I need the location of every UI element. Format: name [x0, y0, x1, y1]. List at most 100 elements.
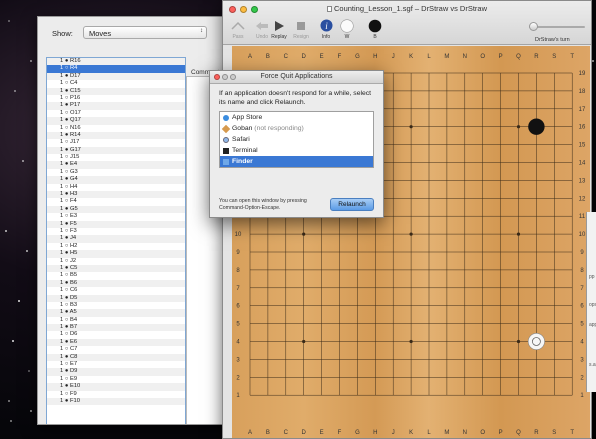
toolbar-w-button[interactable]: W — [335, 18, 359, 40]
star-point — [516, 125, 521, 129]
move-row[interactable]: 1 ● G17 — [47, 146, 185, 155]
column-label: E — [320, 54, 324, 60]
column-label: T — [570, 54, 574, 60]
moves-list[interactable]: 1 ● R16 1 ○ R4 1 ● D17 1 ○ C4 1 ● C15 1 ○ P16… — [46, 57, 186, 424]
toolbar-label: Resign — [293, 34, 309, 40]
move-row[interactable]: 1 ● E6 — [47, 338, 185, 347]
row-label: 9 — [236, 250, 240, 256]
goban-window-title: Counting_Lesson_1.sgf – DrStraw vs DrStr… — [223, 4, 591, 13]
star-point — [516, 339, 521, 344]
row-label: 6 — [580, 304, 584, 310]
move-row[interactable]: 1 ○ R4 — [47, 65, 185, 73]
force-quit-message: If an application doesn't respond for a … — [219, 90, 372, 106]
move-row[interactable]: 1 ● E4 — [47, 161, 185, 169]
move-row[interactable]: 1 ○ H2 — [47, 243, 185, 250]
move-row[interactable]: 1 ● G4 — [47, 176, 185, 184]
move-row[interactable]: 1 ● R16 — [47, 58, 185, 66]
row-label: 3 — [580, 357, 584, 363]
move-row[interactable]: 1 ○ J2 — [47, 258, 185, 265]
white-stone-icon — [335, 18, 359, 33]
column-label: H — [373, 430, 377, 436]
move-row[interactable]: 1 ● R14 — [47, 131, 185, 140]
column-label: E — [320, 430, 324, 436]
column-label: J — [392, 54, 395, 60]
move-row[interactable]: 1 ● C15 — [47, 87, 185, 95]
move-row[interactable]: 1 ○ E9 — [47, 376, 185, 383]
move-row[interactable]: 1 ○ E3 — [47, 213, 185, 220]
row-label: 7 — [236, 286, 240, 292]
move-row[interactable]: 1 ○ C4 — [47, 80, 185, 87]
move-row[interactable]: 1 ● H3 — [47, 191, 185, 199]
column-label: N — [463, 54, 467, 60]
move-row[interactable]: 1 ● A5 — [47, 309, 185, 317]
force-quit-titlebar: Force Quit Applications — [210, 71, 383, 84]
move-row[interactable]: 1 ○ C7 — [47, 346, 185, 353]
show-label: Show: — [52, 29, 73, 38]
move-row[interactable]: 1 ○ C6 — [47, 287, 185, 294]
app-row-finder[interactable]: Finder — [220, 156, 373, 167]
column-label: K — [409, 430, 413, 436]
move-row[interactable]: 1 ● F10 — [47, 397, 185, 406]
column-label: B — [266, 54, 270, 60]
app-name: Finder — [232, 158, 253, 165]
move-slider-knob[interactable] — [529, 22, 538, 31]
move-row[interactable]: 1 ● B6 — [47, 279, 185, 288]
move-row[interactable]: 1 ○ J17 — [47, 139, 185, 146]
move-row[interactable]: 1 ● C8 — [47, 353, 185, 362]
move-row[interactable]: 1 ○ J15 — [47, 154, 185, 161]
toolbar-b-button[interactable]: B — [363, 18, 387, 40]
move-row[interactable]: 1 ● G5 — [47, 205, 185, 214]
app-name: Safari — [232, 136, 250, 143]
star — [30, 60, 32, 62]
relaunch-button[interactable]: Relaunch — [330, 198, 374, 211]
move-row[interactable]: 1 ○ D6 — [47, 331, 185, 338]
terminal-icon — [223, 147, 229, 154]
move-row[interactable]: 1 ● D17 — [47, 72, 185, 81]
app-row-app-store[interactable]: App Store — [220, 112, 373, 123]
move-row[interactable]: 1 ● E10 — [47, 383, 185, 391]
move-row[interactable]: 1 ● F5 — [47, 220, 185, 228]
move-row[interactable]: 1 ○ F9 — [47, 391, 185, 398]
column-label: D — [302, 430, 307, 436]
toolbar-resign-button[interactable]: Resign — [289, 18, 313, 40]
side-window-text: pp — [589, 274, 595, 280]
column-label: A — [248, 54, 252, 60]
move-row[interactable]: 1 ○ B3 — [47, 302, 185, 309]
app-row-terminal[interactable]: Terminal — [220, 145, 373, 156]
move-row[interactable]: 1 ● H5 — [47, 250, 185, 258]
move-row[interactable]: 1 ○ H4 — [47, 184, 185, 191]
move-row[interactable]: 1 ● D9 — [47, 368, 185, 376]
star-point — [409, 339, 413, 344]
move-row[interactable]: 1 ● Q17 — [47, 117, 185, 125]
app-row-safari[interactable]: Safari — [220, 134, 373, 145]
toolbar-label: Replay — [271, 34, 287, 40]
move-row[interactable]: 1 ○ E7 — [47, 361, 185, 368]
column-label: L — [427, 54, 431, 60]
toolbar-pass-button[interactable]: Pass — [226, 18, 250, 40]
move-row[interactable]: 1 ○ P16 — [47, 95, 185, 102]
move-row[interactable]: 1 ● J4 — [47, 235, 185, 243]
row-label: 7 — [580, 286, 584, 292]
column-label: G — [355, 430, 360, 436]
move-row[interactable]: 1 ● D5 — [47, 294, 185, 302]
show-select[interactable]: Moves ↕ — [83, 26, 207, 39]
row-label: 9 — [580, 250, 584, 256]
force-quit-dialog: Force Quit Applications If an applicatio… — [209, 70, 384, 218]
row-label: 16 — [579, 125, 586, 131]
move-row[interactable]: 1 ● B7 — [47, 324, 185, 332]
move-row[interactable]: 1 ○ B5 — [47, 272, 185, 279]
move-row[interactable]: 1 ● P17 — [47, 102, 185, 110]
move-row[interactable]: 1 ○ B4 — [47, 317, 185, 324]
row-label: 6 — [236, 304, 240, 310]
move-row[interactable]: 1 ● C5 — [47, 264, 185, 273]
move-row[interactable]: 1 ○ N16 — [47, 125, 185, 132]
app-row-goban[interactable]: Goban (not responding) — [220, 123, 373, 134]
move-row[interactable]: 1 ○ O17 — [47, 110, 185, 117]
row-label: 18 — [579, 89, 586, 95]
toolbar-replay-button[interactable]: Replay — [267, 18, 291, 40]
app-list[interactable]: App Store Goban (not responding) Safari Ter… — [219, 111, 374, 168]
move-row[interactable]: 1 ○ F4 — [47, 198, 185, 205]
column-label: Q — [516, 54, 521, 60]
move-row[interactable]: 1 ○ F3 — [47, 228, 185, 235]
move-row[interactable]: 1 ○ G3 — [47, 169, 185, 176]
